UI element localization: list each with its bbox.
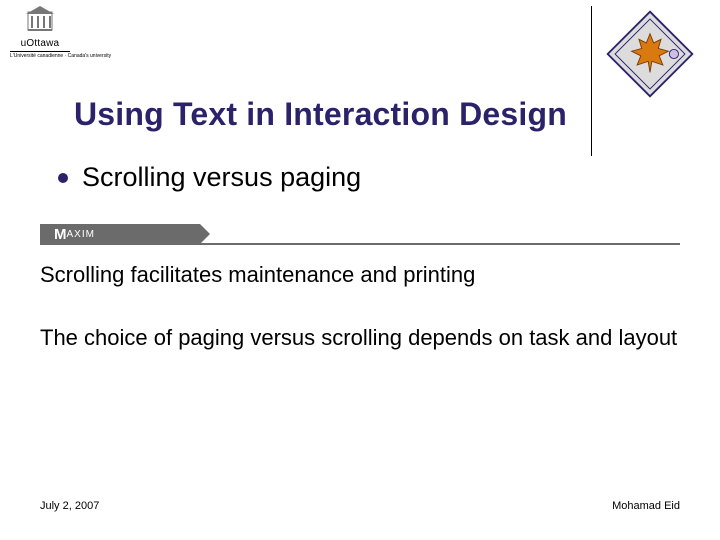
bullet-icon <box>58 173 68 183</box>
maxim-prefix: M <box>54 226 67 243</box>
vertical-divider <box>591 6 592 156</box>
footer-author: Mohamad Eid <box>612 500 680 512</box>
bullet-text: Scrolling versus paging <box>82 162 361 193</box>
footer-date: July 2, 2007 <box>40 500 99 512</box>
maxim-rest: AXIM <box>67 229 95 240</box>
body-paragraph-2: The choice of paging versus scrolling de… <box>40 324 680 352</box>
maxim-cap-icon <box>200 224 210 244</box>
bullet-item: Scrolling versus paging <box>58 162 361 193</box>
diamond-logo <box>604 8 696 100</box>
body-paragraph-1: Scrolling facilitates maintenance and pr… <box>40 262 680 288</box>
uottawa-logo-subtitle: L'Université canadienne · Canada's unive… <box>10 51 70 60</box>
slide-title: Using Text in Interaction Design <box>74 96 567 133</box>
maxim-banner: M AXIM <box>40 224 680 248</box>
uottawa-logo-text: uOttawa <box>10 38 70 49</box>
maxim-bar: M AXIM <box>40 224 200 244</box>
uottawa-logo: uOttawa L'Université canadienne · Canada… <box>10 6 70 60</box>
